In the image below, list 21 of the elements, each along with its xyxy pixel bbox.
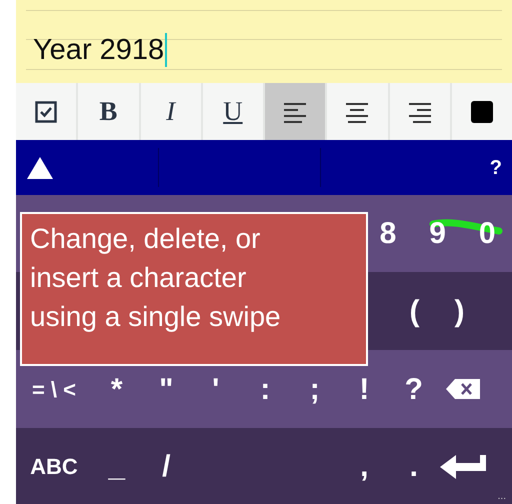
key[interactable]: . bbox=[389, 428, 438, 504]
key[interactable]: ( bbox=[392, 272, 437, 350]
key[interactable]: _ bbox=[92, 428, 142, 504]
note-text[interactable]: Year 2918 bbox=[33, 33, 168, 67]
triangle-up-icon[interactable] bbox=[26, 156, 54, 180]
key[interactable]: ABC bbox=[16, 428, 92, 504]
key[interactable]: ? bbox=[389, 350, 438, 428]
align-right-icon bbox=[408, 100, 431, 122]
backspace-icon bbox=[446, 379, 480, 399]
enter-icon bbox=[440, 453, 486, 479]
checkbox-icon bbox=[35, 100, 58, 122]
help-key[interactable]: ? bbox=[490, 152, 502, 182]
key[interactable]: , bbox=[340, 428, 389, 504]
key[interactable]: 9 bbox=[412, 195, 462, 272]
key[interactable]: / bbox=[142, 428, 191, 504]
align-left-button[interactable] bbox=[265, 83, 328, 140]
align-left-icon bbox=[284, 100, 306, 122]
more-hint: ... bbox=[498, 492, 506, 502]
align-center-icon bbox=[346, 100, 368, 122]
hint-tooltip: Change, delete, or insert a character using a single swipe bbox=[20, 212, 368, 366]
key[interactable]: ) bbox=[437, 272, 482, 350]
